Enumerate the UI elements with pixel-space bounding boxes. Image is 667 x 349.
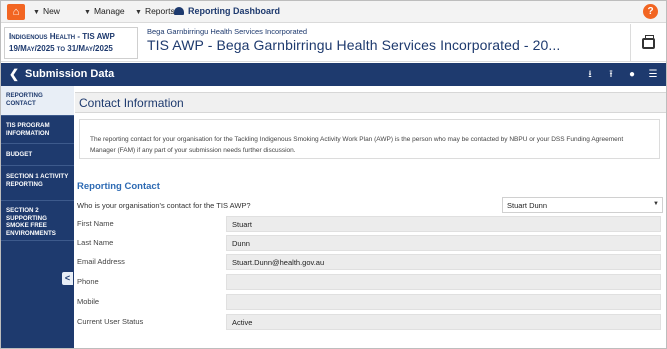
- info-text: The reporting contact for your organisat…: [79, 119, 660, 159]
- sidebar-collapse-button[interactable]: <: [62, 272, 73, 285]
- caret-down-icon: ▼: [135, 9, 142, 16]
- current-user-status-label: Current User Status: [77, 317, 144, 326]
- program-dates: 19/May/2025 to 31/May/2025: [9, 44, 113, 53]
- sidebar-item-section-2[interactable]: Section 2 Supporting Smoke Free Environm…: [1, 201, 74, 241]
- last-name-label: Last Name: [77, 238, 114, 247]
- reporting-contact-heading: Reporting Contact: [77, 181, 160, 192]
- first-name-label: First Name: [77, 219, 114, 228]
- manage-menu[interactable]: ▼ Manage: [84, 6, 125, 16]
- dashboard-icon: [174, 7, 184, 15]
- contact-information-header: Contact Information: [75, 92, 666, 113]
- mobile-label: Mobile: [77, 297, 100, 306]
- section-sidebar: Reporting Contact TIS Program Informatio…: [1, 86, 74, 348]
- organisation-subtitle: Bega Garnbirringu Health Services Incorp…: [147, 27, 308, 36]
- phone-field: [226, 274, 661, 290]
- current-user-status-field: Active: [226, 314, 661, 330]
- upload-icon[interactable]: ⭱: [604, 68, 618, 81]
- caret-down-icon: ▼: [84, 9, 91, 16]
- printer-icon: [642, 34, 655, 49]
- last-name-field: Dunn: [226, 235, 661, 251]
- contact-select-value: Stuart Dunn: [507, 201, 548, 210]
- menu-icon[interactable]: ☰: [646, 68, 660, 81]
- contact-question-label: Who is your organisation's contact for t…: [77, 201, 251, 210]
- new-menu[interactable]: ▼ New: [33, 6, 60, 16]
- reporting-dashboard-label: Reporting Dashboard: [188, 6, 281, 16]
- program-info: Indigenous Health - TIS AWP 19/May/2025 …: [4, 27, 138, 59]
- contact-select[interactable]: Stuart Dunn ▼: [502, 197, 663, 213]
- caret-down-icon: ▼: [33, 9, 40, 16]
- print-button[interactable]: [630, 24, 666, 62]
- app-window: ⌂ ▼ New ▼ Manage ▼ Reports Reporting Dashbo…: [0, 0, 667, 349]
- new-menu-label: New: [42, 6, 60, 16]
- home-icon[interactable]: ⌂: [7, 4, 25, 20]
- organisation-info: Bega Garnbirringu Health Services Incorp…: [143, 27, 623, 59]
- caret-down-icon: ▼: [653, 201, 659, 207]
- email-address-field: Stuart.Dunn@health.gov.au: [226, 254, 661, 270]
- main-content: Contact Information The reporting contac…: [75, 86, 666, 348]
- sidebar-item-budget[interactable]: Budget: [1, 144, 74, 166]
- reports-menu[interactable]: ▼ Reports: [135, 6, 175, 16]
- help-icon[interactable]: ?: [643, 4, 658, 19]
- email-address-label: Email Address: [77, 257, 125, 266]
- first-name-field: Stuart: [226, 216, 661, 232]
- manage-menu-label: Manage: [93, 6, 125, 16]
- phone-label: Phone: [77, 277, 99, 286]
- submission-data-bar: ❮ Submission Data ⭳ ⭱ ● ☰: [1, 63, 666, 86]
- title-bar: Indigenous Health - TIS AWP 19/May/2025 …: [1, 24, 666, 62]
- sidebar-item-tis-program-information[interactable]: TIS Program Information: [1, 116, 74, 144]
- section-title: Contact Information: [79, 96, 184, 110]
- reports-menu-label: Reports: [144, 6, 175, 16]
- page-title: TIS AWP - Bega Garnbirringu Health Servi…: [147, 37, 561, 53]
- program-name: Indigenous Health - TIS AWP: [9, 32, 115, 41]
- mobile-field: [226, 294, 661, 310]
- submission-data-title: Submission Data: [25, 68, 115, 80]
- sidebar-item-section-1[interactable]: Section 1 Activity Reporting: [1, 166, 74, 201]
- top-nav-bar: ⌂ ▼ New ▼ Manage ▼ Reports Reporting Dashbo…: [1, 1, 666, 23]
- sidebar-item-reporting-contact[interactable]: Reporting Contact: [1, 86, 74, 116]
- download-icon[interactable]: ⭳: [583, 68, 597, 81]
- chevron-left-icon[interactable]: ❮: [9, 67, 19, 81]
- reporting-dashboard-link[interactable]: Reporting Dashboard: [174, 6, 280, 16]
- comments-icon[interactable]: ●: [625, 68, 639, 81]
